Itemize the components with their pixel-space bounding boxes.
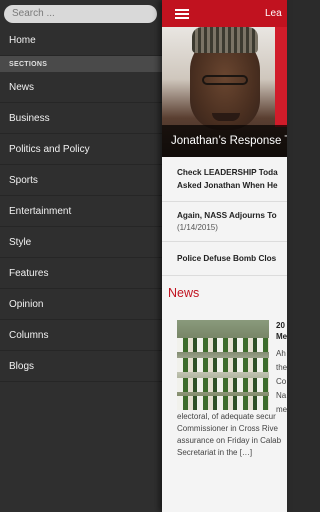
app-title: Lea (265, 8, 282, 19)
hero-photo-mouth (212, 113, 240, 121)
sidebar-item-label: Style (9, 236, 32, 248)
sidebar-item-home[interactable]: Home (0, 25, 162, 56)
excerpt-line: Co (276, 377, 287, 386)
article-title: Again, NASS Adjourns To (177, 211, 277, 220)
hero-photo-cap (192, 27, 258, 53)
featured-story[interactable]: Jonathan’s Response T (162, 27, 287, 157)
sidebar-item-sports[interactable]: Sports (0, 165, 162, 196)
news-card[interactable]: 20 Me Ah the Co Na me electoral, of adeq… (162, 313, 287, 463)
hero-photo-glasses (202, 75, 248, 85)
hero-caption: Jonathan’s Response T (162, 125, 287, 157)
hero-background-accent (275, 27, 287, 127)
excerpt-line: Secretariat in the […] (177, 448, 253, 457)
article-title: Check LEADERSHIP Toda (177, 168, 278, 177)
sidebar-item-columns[interactable]: Columns (0, 320, 162, 351)
sidebar-item-label: Business (9, 112, 50, 124)
article-title: Police Defuse Bomb Clos (177, 254, 277, 263)
list-item[interactable]: Again, NASS Adjourns To (1/14/2015) (162, 202, 287, 242)
sidebar-item-label: Blogs (9, 360, 35, 372)
list-item[interactable]: Police Defuse Bomb Clos (162, 242, 287, 276)
excerpt-line: electoral, of adequate secur (177, 412, 276, 421)
sidebar-item-label: Sports (9, 174, 38, 186)
excerpt-line: the (276, 363, 287, 372)
search-input[interactable] (4, 4, 157, 23)
news-excerpt: electoral, of adequate secur Commissione… (177, 411, 287, 459)
article-title: Asked Jonathan When He (177, 181, 278, 190)
search-container (0, 0, 162, 25)
sidebar-item-label: News (9, 81, 35, 93)
sidebar-item-label: Columns (9, 329, 49, 341)
hero-caption-text: Jonathan’s Response T (171, 135, 287, 147)
sidebar-section-header: SECTIONS (0, 56, 162, 72)
navigation-drawer: Home SECTIONS News Business Politics and… (0, 0, 162, 512)
excerpt-line: Commissioner in Cross Rive (177, 424, 278, 433)
sidebar-item-features[interactable]: Features (0, 258, 162, 289)
sidebar-item-style[interactable]: Style (0, 227, 162, 258)
excerpt-line: Na (276, 391, 287, 400)
excerpt-line: Ah (276, 349, 286, 358)
article-list: Check LEADERSHIP Toda Asked Jonathan Whe… (162, 157, 287, 276)
sidebar-item-label: Opinion (9, 298, 44, 310)
list-item[interactable]: Check LEADERSHIP Toda Asked Jonathan Whe… (162, 157, 287, 202)
news-thumbnail (177, 320, 269, 410)
news-headline-line: Me (276, 332, 287, 341)
main-content: Lea Jonathan’s Response T Check LEADERSH… (162, 0, 287, 512)
sidebar-item-label: Politics and Policy (9, 143, 90, 155)
sidebar-item-business[interactable]: Business (0, 103, 162, 134)
excerpt-line: assurance on Friday in Calab (177, 436, 282, 445)
top-app-bar: Lea (162, 0, 287, 27)
sidebar-item-news[interactable]: News (0, 72, 162, 103)
section-header-label: SECTIONS (9, 60, 48, 68)
hamburger-menu-icon[interactable] (175, 8, 189, 19)
news-headline-line: 20 (276, 321, 285, 330)
sidebar-item-label: Features (9, 267, 49, 279)
news-section-title[interactable]: News (162, 276, 287, 313)
sidebar-item-label: Home (9, 34, 36, 46)
sidebar-item-opinion[interactable]: Opinion (0, 289, 162, 320)
sidebar-item-blogs[interactable]: Blogs (0, 351, 162, 382)
sidebar-item-entertainment[interactable]: Entertainment (0, 196, 162, 227)
news-headline: 20 Me (276, 320, 287, 342)
sidebar-item-politics-and-policy[interactable]: Politics and Policy (0, 134, 162, 165)
article-date: (1/14/2015) (177, 223, 218, 232)
news-excerpt-side: Ah the Co Na me (276, 347, 287, 417)
sidebar-item-label: Entertainment (9, 205, 72, 217)
